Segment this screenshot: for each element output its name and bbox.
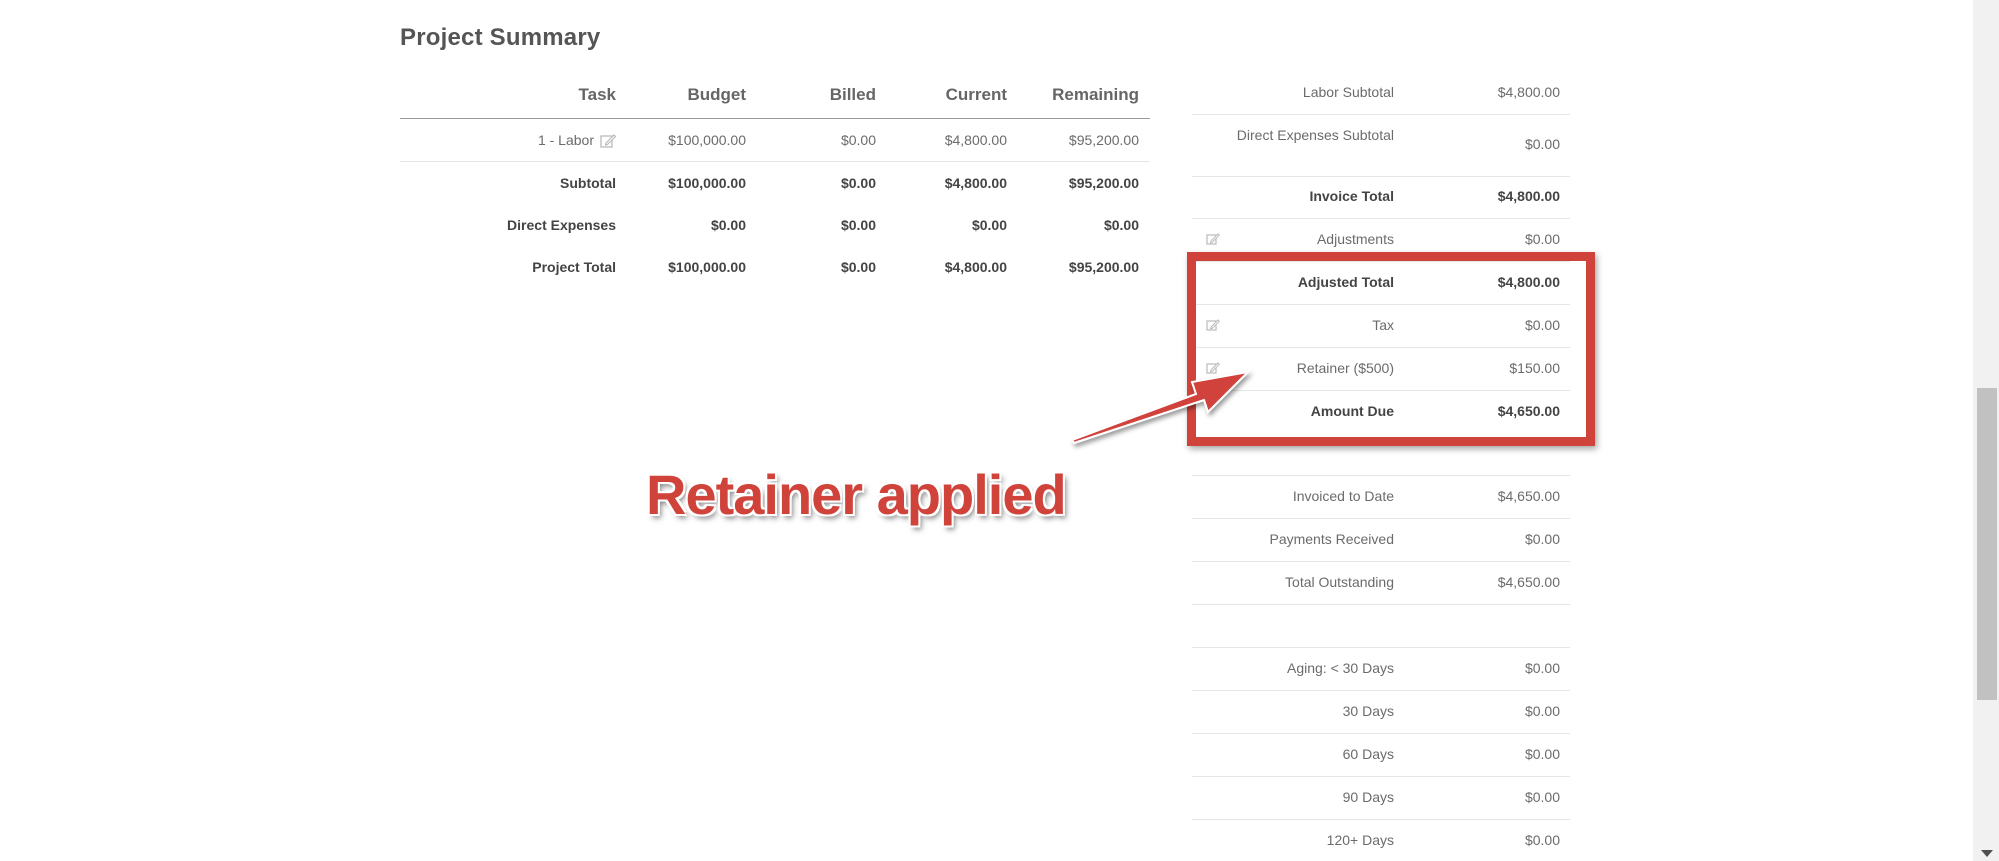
annotation-label: Retainer applied <box>646 463 1067 526</box>
scrollbar-thumb[interactable] <box>1977 388 1997 700</box>
scroll-down-arrow-icon[interactable] <box>1981 850 1993 857</box>
scrollbar[interactable] <box>1973 0 1999 861</box>
annotation-arrow <box>1070 370 1251 445</box>
